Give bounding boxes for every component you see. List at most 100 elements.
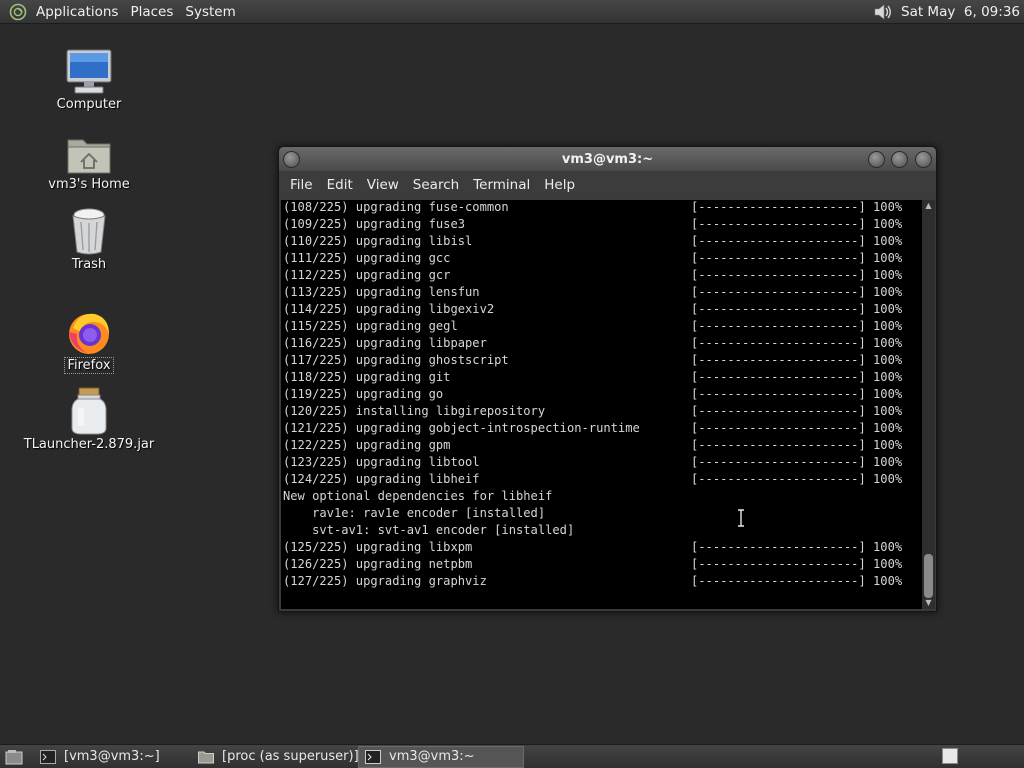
menu-search[interactable]: Search [406,177,466,193]
progress-percent: 100% [873,472,903,486]
progress-bar-text: [----------------------] [691,387,866,401]
terminal-line: (121/225) upgrading gobject-introspectio… [283,420,902,437]
terminal-line-text: (117/225) upgrading ghostscript [283,353,509,367]
terminal-line-text: (127/225) upgrading graphviz [283,574,487,588]
vertical-scrollbar[interactable]: ▲ ▼ [922,200,935,609]
places-menu[interactable]: Places [124,0,179,24]
progress-bar-text: [----------------------] [691,302,866,316]
desktop-icon-label: TLauncher-2.879.jar [23,437,155,452]
maximize-icon[interactable] [891,151,908,168]
terminal-line: (127/225) upgrading graphviz [-----------… [283,573,902,590]
scroll-down-icon[interactable]: ▼ [924,599,933,607]
desktop-icon-tlauncher[interactable]: TLauncher-2.879.jar [24,384,154,452]
terminal-line-text: rav1e: rav1e encoder [installed] [283,506,546,520]
terminal-line-text: (126/225) upgrading netpbm [283,557,473,571]
system-menu[interactable]: System [179,0,241,24]
terminal-line: (110/225) upgrading libisl [-------------… [283,233,902,250]
firefox-icon [63,304,115,356]
progress-percent: 100% [873,251,903,265]
terminal-line: (126/225) upgrading netpbm [-------------… [283,556,902,573]
terminal-window[interactable]: vm3@vm3:~ File Edit View Search Terminal… [278,146,937,612]
terminal-line-text: (125/225) upgrading libxpm [283,540,473,554]
terminal-line-text: New optional dependencies for libheif [283,489,553,503]
terminal-line-text: (113/225) upgrading lensfun [283,285,480,299]
text-cursor-icon [736,508,746,528]
progress-percent: 100% [873,438,903,452]
progress-bar-text: [----------------------] [691,234,866,248]
taskbar-item-terminal-1[interactable]: [vm3@vm3:~] [34,746,194,768]
terminal-line: (120/225) installing libgirepository [---… [283,403,902,420]
menu-edit[interactable]: Edit [320,177,360,193]
menu-view[interactable]: View [360,177,406,193]
progress-percent: 100% [873,370,903,384]
progress-percent: 100% [873,234,903,248]
progress-bar-text: [----------------------] [691,251,866,265]
progress-percent: 100% [873,574,903,588]
close-icon[interactable] [915,151,932,168]
terminal-line: (116/225) upgrading libpaper [-----------… [283,335,902,352]
terminal-line: (125/225) upgrading libxpm [-------------… [283,539,902,556]
terminal-line-text: svt-av1: svt-av1 encoder [installed] [283,523,575,537]
desktop-icon-trash[interactable]: Trash [29,204,149,272]
terminal-output[interactable]: (108/225) upgrading fuse-common [--------… [281,200,922,609]
progress-percent: 100% [873,557,903,571]
progress-bar-text: [----------------------] [691,319,866,333]
terminal-line-text: (108/225) upgrading fuse-common [283,200,509,214]
menu-help[interactable]: Help [537,177,582,193]
distro-logo-icon[interactable] [6,0,30,24]
progress-bar-text: [----------------------] [691,438,866,452]
terminal-line-text: (121/225) upgrading gobject-introspectio… [283,421,640,435]
terminal-line: (115/225) upgrading gegl [---------------… [283,318,902,335]
progress-percent: 100% [873,387,903,401]
workspace-switcher[interactable] [942,748,958,764]
progress-bar-text: [----------------------] [691,370,866,384]
terminal-line-text: (115/225) upgrading gegl [283,319,458,333]
window-menu-icon[interactable] [283,151,300,168]
minimize-icon[interactable] [868,151,885,168]
progress-bar-text: [----------------------] [691,268,866,282]
desktop-icon-firefox[interactable]: Firefox [29,304,149,374]
desktop-icon-home[interactable]: vm3's Home [29,124,149,192]
window-titlebar[interactable]: vm3@vm3:~ [279,147,936,171]
volume-icon[interactable] [871,1,895,23]
terminal-line-text: (116/225) upgrading libpaper [283,336,487,350]
progress-percent: 100% [873,540,903,554]
scroll-up-icon[interactable]: ▲ [924,202,933,210]
desktop-icon-label: Computer [56,97,122,112]
taskbar-item-terminal-active[interactable]: vm3@vm3:~ [358,745,524,768]
terminal-line-text: (119/225) upgrading go [283,387,444,401]
progress-percent: 100% [873,421,903,435]
terminal-line-text: (112/225) upgrading gcr [283,268,451,282]
scrollbar-thumb[interactable] [924,554,933,598]
progress-percent: 100% [873,353,903,367]
progress-percent: 100% [873,319,903,333]
terminal-line-text: (111/225) upgrading gcc [283,251,451,265]
terminal-line: (112/225) upgrading gcr [----------------… [283,267,902,284]
terminal-line-text: (120/225) installing libgirepository [283,404,546,418]
progress-percent: 100% [873,200,903,214]
desktop-icon-label: Trash [71,257,107,272]
terminal-line: (119/225) upgrading go [-----------------… [283,386,902,403]
terminal-line-text: (123/225) upgrading libtool [283,455,480,469]
terminal-lines: (108/225) upgrading fuse-common [--------… [283,200,902,590]
terminal-line: svt-av1: svt-av1 encoder [installed] [283,522,902,539]
computer-icon [63,44,115,96]
terminal-line-text: (114/225) upgrading libgexiv2 [283,302,495,316]
folder-icon [198,750,214,764]
bottom-panel: [vm3@vm3:~] [proc (as superuser)] vm3@vm… [0,744,1024,768]
terminal-icon [40,749,56,764]
show-desktop-icon[interactable] [2,746,26,768]
progress-percent: 100% [873,302,903,316]
menu-file[interactable]: File [283,177,320,193]
terminal-line: (123/225) upgrading libtool [------------… [283,454,902,471]
clock[interactable]: Sat May 6, 09:36 [901,4,1020,20]
desktop-icon-label: Firefox [64,357,114,374]
progress-bar-text: [----------------------] [691,421,866,435]
progress-percent: 100% [873,217,903,231]
taskbar-item-proc[interactable]: [proc (as superuser)] [192,746,359,768]
progress-bar-text: [----------------------] [691,540,866,554]
applications-menu[interactable]: Applications [30,0,124,24]
desktop-icon-computer[interactable]: Computer [29,44,149,112]
terminal-line: (109/225) upgrading fuse3 [--------------… [283,216,902,233]
menu-terminal[interactable]: Terminal [466,177,537,193]
